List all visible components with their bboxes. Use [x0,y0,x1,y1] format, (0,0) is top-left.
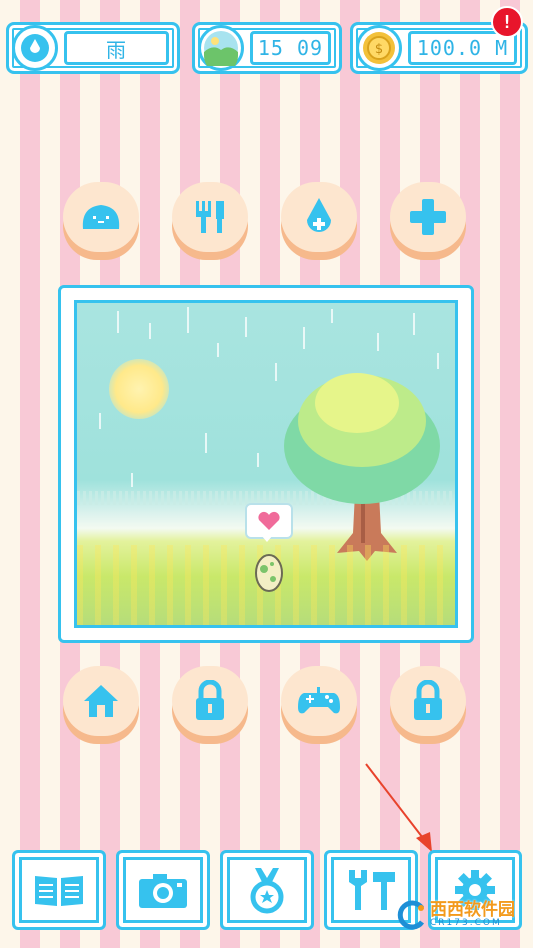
achievements-button[interactable] [220,850,314,930]
water-drop-icon [307,198,331,232]
coin-icon-circle: $ [356,25,402,71]
play-button[interactable] [281,666,357,746]
landscape-icon-circle [198,25,244,71]
house-icon [84,685,118,717]
gamepad-icon [298,687,340,714]
time-pill[interactable]: 15 09 [192,22,342,74]
svg-text:$: $ [375,42,383,57]
rain-drop-icon [21,34,49,62]
feed-button[interactable] [172,182,248,262]
weather-icon-circle [12,25,58,71]
pet-button[interactable] [63,182,139,262]
watermark-site: CR173.COM [430,918,502,928]
pet-egg[interactable] [253,551,285,593]
tools-icon [349,870,395,910]
water-button[interactable] [281,182,357,262]
lock-icon [414,680,442,720]
heart-icon [258,511,280,530]
book-icon [35,876,83,906]
pointer-arrow [365,763,432,852]
watermark-logo-icon [397,900,425,930]
locked-slot-2[interactable] [390,666,466,746]
landscape-icon [204,31,238,66]
fork-knife-icon [196,201,224,233]
camera-icon [139,874,187,908]
clock-time: 15 09 [250,31,331,65]
coin-icon: $ [363,32,395,64]
garden-scene[interactable] [74,300,458,628]
lock-icon [196,680,224,720]
plus-icon [410,199,446,235]
locked-slot-1[interactable] [172,666,248,746]
slime-icon [82,205,120,229]
sun [109,359,169,419]
camera-button[interactable] [116,850,210,930]
tree-canopy [284,373,440,504]
home-button[interactable] [63,666,139,746]
diary-button[interactable] [12,850,106,930]
alert-badge[interactable]: ! [491,6,523,38]
weather-pill[interactable]: 雨 [6,22,180,74]
heart-bubble [245,503,293,539]
game-screen: { "status": { "weather_label": "雨", "tim… [0,0,533,948]
watermark: 西西软件园 CR173.COM [396,900,515,930]
weather-label: 雨 [64,31,169,65]
medal-icon [250,868,284,914]
scene-frame [58,285,474,643]
watermark-brand: 西西软件园 [430,900,515,920]
heal-button[interactable] [390,182,466,262]
